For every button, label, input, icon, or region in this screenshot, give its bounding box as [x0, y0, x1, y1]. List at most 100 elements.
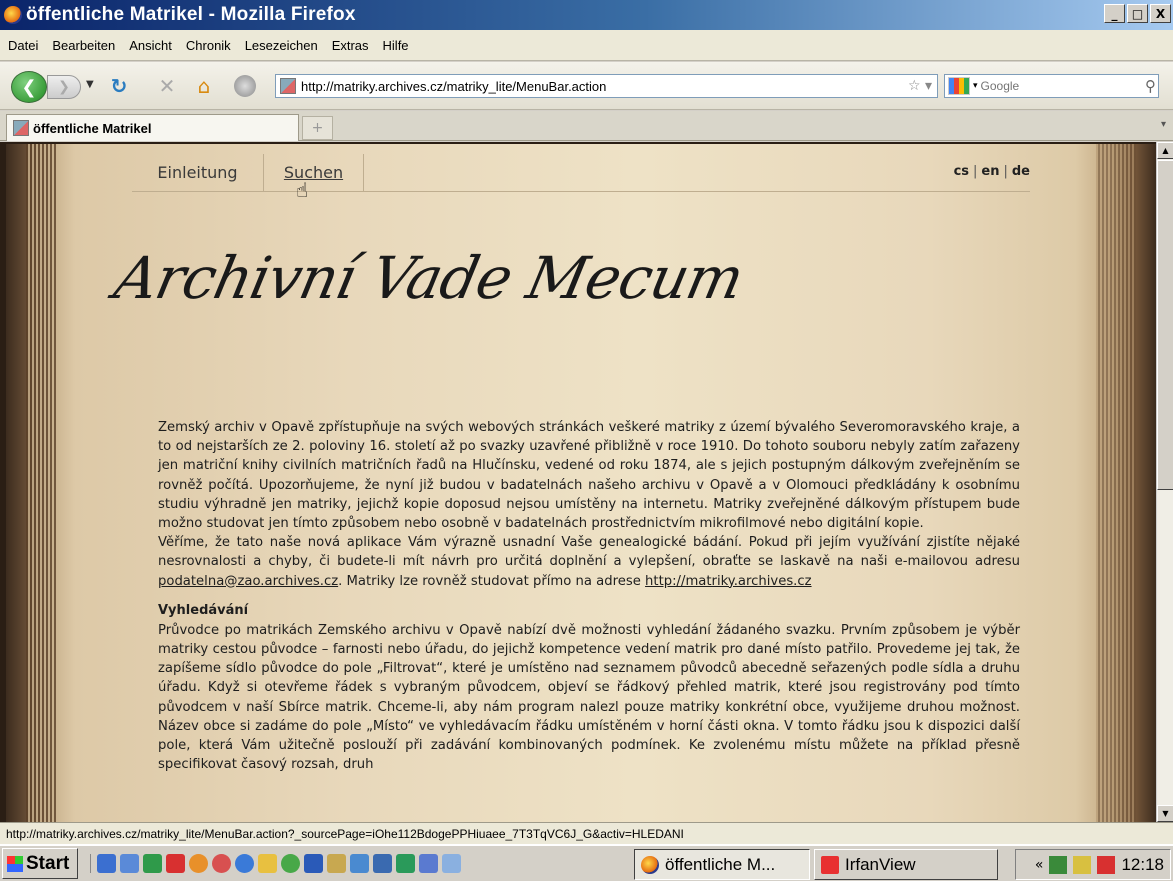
network-icon[interactable] [1049, 855, 1068, 874]
windows-logo-icon [7, 855, 23, 872]
tab-favicon-icon [13, 120, 29, 136]
intro-text-2: Věříme, že tato naše nová aplikace Vám v… [158, 535, 1020, 570]
scroll-up-icon[interactable]: ▲ [1157, 142, 1173, 159]
email-link[interactable]: podatelna@zao.archives.cz [158, 574, 338, 589]
start-button[interactable]: Start [2, 848, 78, 879]
quick-launch-icon[interactable] [442, 854, 461, 873]
taskbar-firefox-button[interactable]: öffentliche M... [634, 849, 810, 880]
window-controls: _ □ X [1104, 4, 1171, 23]
tab-bar: öffentliche Matrikel + ▾ [0, 111, 1173, 141]
clock: 12:18 [1121, 854, 1164, 874]
taskbar-irfanview-button[interactable]: IrfanView [814, 849, 998, 880]
navigation-toolbar: ❮ ❯ ▼ ↻ ✕ ⌂ http://matriky.archives.cz/m… [0, 62, 1173, 110]
lang-separator: | [1003, 164, 1008, 179]
menu-lesezeichen[interactable]: Lesezeichen [245, 38, 318, 53]
home-icon[interactable]: ⌂ [191, 73, 217, 99]
url-text[interactable]: http://matriky.archives.cz/matriky_lite/… [301, 79, 903, 94]
menu-bearbeiten[interactable]: Bearbeiten [52, 38, 115, 53]
forward-icon: ❯ [58, 79, 70, 95]
url-bar[interactable]: http://matriky.archives.cz/matriky_lite/… [275, 74, 938, 98]
quick-launch [90, 854, 461, 873]
system-tray: « 12:18 [1015, 849, 1171, 880]
firefox-icon [4, 6, 22, 24]
lang-separator: | [973, 164, 978, 179]
tray-app-icon[interactable] [1097, 855, 1116, 874]
status-bar: http://matriky.archives.cz/matriky_lite/… [0, 822, 1173, 844]
book-background: Einleitung Suchen cs | en | de Archivní Vade… [6, 144, 1156, 822]
menu-hilfe[interactable]: Hilfe [383, 38, 409, 53]
quick-launch-icon[interactable] [327, 854, 346, 873]
back-button[interactable]: ❮ [11, 71, 47, 103]
site-link[interactable]: http://matriky.archives.cz [645, 574, 812, 589]
plus-icon: + [311, 120, 324, 136]
taskbar: Start öffentliche M... IrfanView « 12:18 [0, 844, 1173, 881]
stop-icon[interactable]: ✕ [154, 73, 180, 99]
quick-launch-icon[interactable] [396, 854, 415, 873]
engine-dropdown-icon[interactable]: ▾ [973, 81, 978, 91]
firefox-icon [641, 855, 659, 874]
status-text: http://matriky.archives.cz/matriky_lite/… [6, 826, 684, 841]
tab-list-icon[interactable]: ▾ [1161, 119, 1173, 135]
page-nav: Einleitung Suchen cs | en | de [132, 154, 1030, 192]
vertical-scrollbar[interactable]: ▲ ▼ [1156, 142, 1173, 822]
menu-ansicht[interactable]: Ansicht [129, 38, 172, 53]
nav-tab-suchen[interactable]: Suchen [264, 154, 364, 191]
google-engine-icon[interactable] [948, 77, 970, 95]
quick-launch-icon[interactable] [143, 854, 162, 873]
reload-icon[interactable]: ↻ [106, 73, 132, 99]
quick-launch-icon[interactable] [304, 854, 323, 873]
quick-launch-icon[interactable] [281, 854, 300, 873]
new-tab-button[interactable]: + [302, 116, 333, 140]
window-title-bar[interactable]: öffentliche Matrikel - Mozilla Firefox _… [0, 0, 1173, 30]
intro-text-3: . Matriky lze rovněž studovat přímo na a… [338, 573, 646, 589]
menu-datei[interactable]: Datei [8, 38, 38, 53]
quick-launch-icon[interactable] [189, 854, 208, 873]
article: Zemský archiv v Opavě zpřístupňuje na sv… [158, 418, 1020, 774]
search-box[interactable]: ▾ ⚲ [944, 74, 1159, 98]
quick-launch-icon[interactable] [258, 854, 277, 873]
quick-launch-icon[interactable] [120, 854, 139, 873]
minimize-button[interactable]: _ [1104, 4, 1125, 23]
back-icon: ❮ [21, 76, 37, 98]
search-input[interactable] [980, 79, 1121, 93]
site-logo: Archivní Vade Mecum [108, 244, 749, 312]
quick-launch-icon[interactable] [212, 854, 231, 873]
history-dropdown-icon[interactable]: ▼ [86, 79, 94, 90]
scroll-down-icon[interactable]: ▼ [1157, 805, 1173, 822]
quick-launch-icon[interactable] [166, 854, 185, 873]
bookmark-star-icon[interactable]: ☆ ▾ [903, 78, 937, 94]
intro-paragraph: Zemský archiv v Opavě zpřístupňuje na sv… [158, 418, 1020, 591]
quick-launch-icon[interactable] [235, 854, 254, 873]
window-title: öffentliche Matrikel - Mozilla Firefox [26, 4, 356, 25]
tray-chevron-icon[interactable]: « [1035, 857, 1044, 873]
close-button[interactable]: X [1150, 4, 1171, 23]
section-heading: Vyhledávání [158, 602, 249, 618]
language-switcher: cs | en | de [954, 164, 1030, 179]
menu-bar: Datei Bearbeiten Ansicht Chronik Lesezei… [0, 30, 1173, 61]
tab-oeffentliche-matrikel[interactable]: öffentliche Matrikel [6, 114, 299, 141]
tray-app-icon[interactable] [1073, 855, 1092, 874]
maximize-button[interactable]: □ [1127, 4, 1148, 23]
menu-chronik[interactable]: Chronik [186, 38, 231, 53]
lang-de[interactable]: de [1012, 164, 1030, 179]
hand-cursor-icon: ☝ [296, 178, 309, 202]
section-paragraph: Průvodce po matrikách Zemského archivu v… [158, 622, 1020, 773]
site-favicon-icon [280, 78, 296, 94]
nav-tab-einleitung[interactable]: Einleitung [132, 154, 264, 191]
task-label: IrfanView [845, 854, 916, 874]
scroll-thumb[interactable] [1157, 160, 1173, 490]
search-magnifier-icon[interactable]: ⚲ [1145, 77, 1156, 95]
forward-button[interactable]: ❯ [47, 75, 81, 99]
quick-launch-icon[interactable] [419, 854, 438, 873]
quick-launch-icon[interactable] [97, 854, 116, 873]
irfanview-icon [821, 855, 839, 874]
tab-label: öffentliche Matrikel [33, 120, 152, 136]
task-label: öffentliche M... [665, 854, 776, 874]
lang-cs[interactable]: cs [954, 164, 969, 179]
lang-en[interactable]: en [981, 164, 999, 179]
quick-launch-icon[interactable] [350, 854, 369, 873]
throbber-icon [232, 73, 258, 99]
quick-launch-icon[interactable] [373, 854, 392, 873]
menu-extras[interactable]: Extras [332, 38, 369, 53]
start-label: Start [26, 852, 70, 874]
